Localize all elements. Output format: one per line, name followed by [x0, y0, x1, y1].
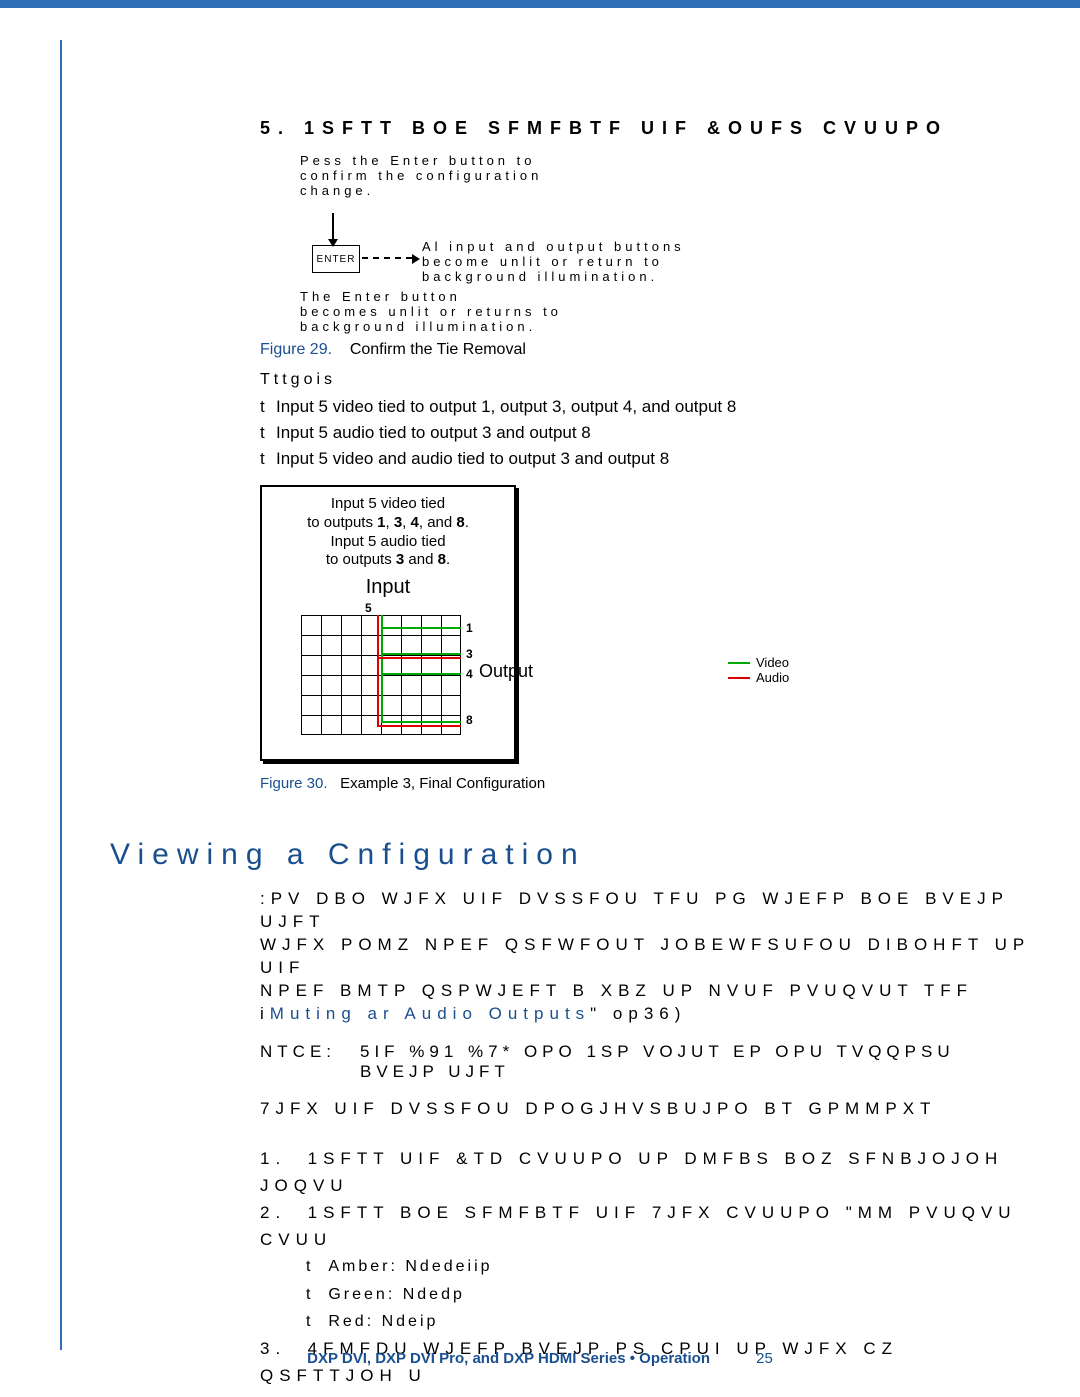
- step-5-title: 1SFTT BOE SFMFBTF UIF &OUFS CVUUPO: [304, 118, 948, 138]
- note-label: NTCE:: [260, 1042, 336, 1082]
- swatch-red-icon: [728, 677, 750, 679]
- bullet-red: t Red: Ndeip: [306, 1308, 1040, 1335]
- input-label: Input: [272, 576, 504, 599]
- section-heading-viewing: Viewing a Cnfiguration: [110, 838, 1040, 872]
- step-num: 1.: [260, 1149, 286, 1168]
- list-item: tInput 5 video and audio tied to output …: [260, 449, 1040, 469]
- press-enter-text: Pess the Enter button to confirm the con…: [300, 153, 542, 198]
- bullet-text: Ndeip: [374, 1313, 438, 1330]
- bullet-amber: t Amber: Ndedeiip: [306, 1253, 1040, 1280]
- step-num: 2.: [260, 1203, 286, 1222]
- enter-button-graphic: ENTER: [312, 245, 360, 273]
- mbox-line-4: to outputs 3 and 8.: [272, 551, 504, 570]
- para-line-2: WJFX POMZ NPEF QSFWFOUT JOBEWFSUFOU DIBO…: [260, 935, 1030, 977]
- view-step-2: 2. 1SFTT BOE SFMFBTF UIF 7JFX CVUUPO "MM…: [260, 1199, 1040, 1253]
- swatch-green-icon: [728, 662, 750, 664]
- arrow-down-icon: [332, 213, 334, 239]
- figure-29-caption: Figure 29. Confirm the Tie Removal: [260, 341, 1040, 359]
- bullet-text: Ndedp: [395, 1286, 465, 1303]
- mbox-line-2: to outputs 1, 3, 4, and 8.: [272, 514, 504, 533]
- viewing-paragraph: :PV DBO WJFX UIF DVSSFOU TFU PG WJEFP BO…: [260, 888, 1040, 1026]
- matrix-figure: Input 5 video tied to outputs 1, 3, 4, a…: [260, 485, 1040, 761]
- tie-line: [377, 725, 461, 727]
- tie-line: [381, 627, 461, 629]
- page-number: 25: [756, 1350, 773, 1367]
- legend-audio-label: Audio: [756, 670, 789, 685]
- page-footer: DXP DVI, DXP DVI Pro, and DXP HDMI Serie…: [0, 1350, 1080, 1367]
- view-current-line: 7JFX UIF DVSSFOU DPOGJHVSBUJPO BT GPMMPX…: [260, 1098, 1040, 1121]
- mbox-line-3: Input 5 audio tied: [272, 533, 504, 552]
- tie-grid: 5 1 3 4 8 Output: [283, 601, 493, 749]
- left-accent-rule: [60, 40, 62, 1350]
- list-item: tInput 5 audio tied to output 3 and outp…: [260, 423, 1040, 443]
- bullet-green: t Green: Ndedp: [306, 1281, 1040, 1308]
- tie-text-1: Input 5 video tied to output 1, output 3…: [276, 397, 736, 416]
- output-num-3: 3: [466, 647, 473, 661]
- output-num-4: 4: [466, 667, 473, 681]
- note-row: NTCE: 5IF %91 %7* OPO 1SP VOJUT EP OPU T…: [260, 1042, 1040, 1082]
- tie-text-2: Input 5 audio tied to output 3 and outpu…: [276, 423, 591, 442]
- step-text: 1SFTT UIF &TD CVUUPO UP DMFBS BOZ SFNBJO…: [260, 1149, 1003, 1195]
- confirm-diagram: Pess the Enter button to confirm the con…: [300, 153, 1000, 323]
- color-bullets: t Amber: Ndedeiip t Green: Ndedp t Red: …: [306, 1253, 1040, 1335]
- step-5-heading: 5. 1SFTT BOE SFMFBTF UIF &OUFS CVUUPO: [260, 118, 1040, 139]
- view-step-1: 1. 1SFTT UIF &TD CVUUPO UP DMFBS BOZ SFN…: [260, 1145, 1040, 1199]
- figure-29-text: Confirm the Tie Removal: [350, 341, 526, 358]
- ties-heading: Tttgois: [260, 371, 1040, 389]
- output-num-8: 8: [466, 713, 473, 727]
- muting-link[interactable]: Muting ar Audio Outputs: [270, 1004, 590, 1023]
- para-line-3b: " op36): [590, 1004, 686, 1023]
- all-buttons-text: Al input and output buttons become unlit…: [422, 239, 685, 284]
- mbox-line-1: Input 5 video tied: [272, 495, 504, 514]
- bullet-label: Green:: [328, 1286, 395, 1303]
- tie-text-3: Input 5 video and audio tied to output 3…: [276, 449, 669, 468]
- figure-30-label: Figure 30.: [260, 775, 328, 792]
- matrix-box: Input 5 video tied to outputs 1, 3, 4, a…: [260, 485, 516, 761]
- step-5-number: 5.: [260, 118, 291, 138]
- output-num-1: 1: [466, 621, 473, 635]
- enter-unlit-text: The Enter button becomes unlit or return…: [300, 289, 562, 334]
- legend: Video Audio: [728, 655, 789, 685]
- legend-video-label: Video: [756, 655, 789, 670]
- legend-audio: Audio: [728, 670, 789, 685]
- tie-line: [381, 653, 461, 655]
- bullet-mark: t: [306, 1286, 313, 1303]
- tie-list: tInput 5 video tied to output 1, output …: [260, 397, 1040, 469]
- bullet-text: Ndedeiip: [398, 1258, 493, 1275]
- bullet-mark: t: [306, 1313, 313, 1330]
- figure-30-caption: Figure 30. Example 3, Final Configuratio…: [260, 775, 1040, 792]
- top-accent-gap: [0, 8, 1080, 18]
- tie-line: [381, 673, 461, 675]
- list-item: tInput 5 video tied to output 1, output …: [260, 397, 1040, 417]
- note-text: 5IF %91 %7* OPO 1SP VOJUT EP OPU TVQQPSU…: [360, 1042, 1040, 1082]
- legend-video: Video: [728, 655, 789, 670]
- top-accent-band: [0, 0, 1080, 8]
- tie-line: [381, 615, 383, 723]
- bullet-mark: t: [306, 1258, 313, 1275]
- output-label: Output: [479, 661, 533, 682]
- tie-line: [381, 721, 461, 723]
- arrow-right-icon: [362, 257, 412, 259]
- bullet-label: Red:: [328, 1313, 374, 1330]
- tie-line: [377, 657, 461, 659]
- figure-30-text: Example 3, Final Configuration: [340, 775, 545, 792]
- footer-text: DXP DVI, DXP DVI Pro, and DXP HDMI Serie…: [307, 1350, 710, 1367]
- input-5-label: 5: [365, 601, 372, 615]
- figure-29-label: Figure 29.: [260, 341, 332, 358]
- page-content: 5. 1SFTT BOE SFMFBTF UIF &OUFS CVUUPO Pe…: [260, 118, 1040, 1389]
- para-line-1: :PV DBO WJFX UIF DVSSFOU TFU PG WJEFP BO…: [260, 889, 1009, 931]
- tie-line: [377, 615, 379, 727]
- step-text: 1SFTT BOE SFMFBTF UIF 7JFX CVUUPO "MM PV…: [260, 1203, 1017, 1249]
- bullet-label: Amber:: [328, 1258, 398, 1275]
